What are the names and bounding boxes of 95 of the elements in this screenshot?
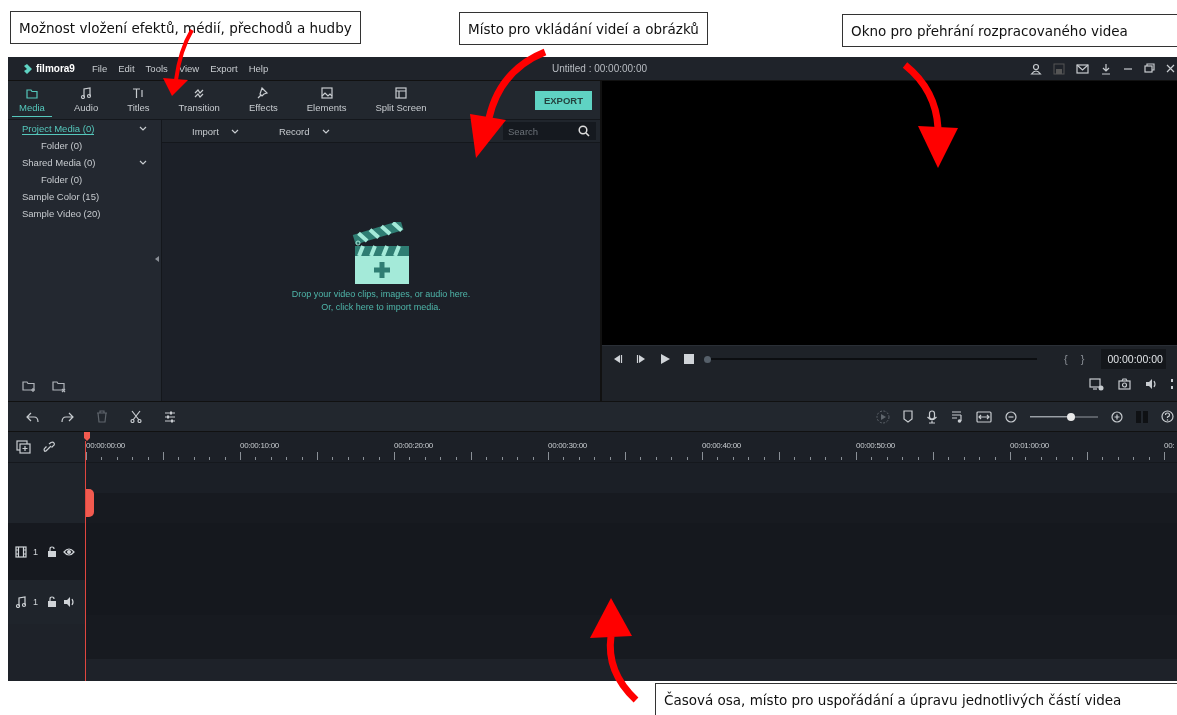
download-icon[interactable] <box>1100 62 1112 75</box>
folder-icon <box>25 86 38 99</box>
sidebar-item[interactable]: Shared Media (0) <box>8 154 161 171</box>
menu-item[interactable]: Tools <box>145 63 168 74</box>
lock-icon[interactable] <box>47 596 57 608</box>
close-icon[interactable] <box>1166 64 1175 73</box>
time-label: 00:00:30:00 <box>548 441 587 450</box>
layout-icon <box>395 86 407 99</box>
next-frame-icon[interactable] <box>636 354 647 364</box>
track-number: 1 <box>33 597 38 607</box>
zoom-in-icon[interactable] <box>1111 410 1123 423</box>
slider-thumb[interactable] <box>1066 412 1075 421</box>
time-label: 00:00:50:00 <box>856 441 895 450</box>
callout-label: Okno pro přehrání rozpracovaného videa <box>842 14 1177 47</box>
user-icon[interactable] <box>1030 62 1042 75</box>
tab[interactable]: Split Screen <box>368 83 434 117</box>
menu-item[interactable]: Help <box>248 63 269 74</box>
chevron-down-icon[interactable] <box>139 125 147 132</box>
fullscreen-icon[interactable] <box>1171 378 1174 390</box>
search-icon <box>578 125 590 137</box>
timecode: 00:00:00:00 <box>1101 349 1166 369</box>
help-icon[interactable] <box>1161 410 1174 423</box>
image-icon <box>320 86 333 99</box>
tab[interactable]: Effects <box>241 83 285 117</box>
camera-icon[interactable] <box>1118 378 1131 390</box>
sliders-icon[interactable] <box>164 410 176 423</box>
sidebar-item[interactable]: Folder (0) <box>8 171 161 188</box>
add-track-icon[interactable] <box>16 440 31 454</box>
sidebar-item[interactable]: Sample Color (15) <box>8 188 161 205</box>
fit-icon[interactable] <box>976 410 992 423</box>
sidebar-item[interactable]: Folder (0) <box>8 137 161 154</box>
search-field[interactable]: Search <box>503 122 596 140</box>
time-label: 00: <box>1164 441 1175 450</box>
previous-frame-icon[interactable] <box>612 354 623 364</box>
tab[interactable]: Media <box>12 83 52 117</box>
menu-item[interactable]: Export <box>210 63 238 74</box>
trash-icon[interactable] <box>96 410 108 423</box>
window-title: Untitled : 00:00:00:00 <box>551 63 648 74</box>
tab[interactable]: Audio <box>66 83 106 117</box>
zoom-out-icon[interactable] <box>1005 410 1017 423</box>
restore-icon[interactable] <box>1144 63 1155 74</box>
play-icon[interactable] <box>660 354 671 364</box>
time-label: 00:00:20:00 <box>394 441 433 450</box>
monitor-icon[interactable] <box>1089 377 1104 391</box>
chevron-down-icon[interactable] <box>139 159 147 166</box>
pin-icon <box>257 86 270 99</box>
drop-hint[interactable]: Or, click here to import media. <box>321 302 441 312</box>
export-button[interactable]: EXPORT <box>534 90 592 110</box>
time-label: 00:00:00:00 <box>86 441 125 450</box>
music-note-icon <box>15 596 27 608</box>
mail-icon[interactable] <box>1076 62 1089 75</box>
chevron-down-icon <box>230 127 239 135</box>
diamond-icon <box>22 62 33 75</box>
microphone-icon[interactable] <box>926 409 938 424</box>
undo-icon[interactable] <box>26 410 39 423</box>
lock-icon[interactable] <box>47 545 57 558</box>
music-note-icon <box>80 86 93 99</box>
tab[interactable]: Elements <box>299 83 354 117</box>
zoom-slider[interactable] <box>1030 415 1098 418</box>
text-icon <box>132 86 145 99</box>
time-label: 00:01:00:00 <box>1010 441 1049 450</box>
drop-hint[interactable]: Drop your video clips, images, or audio here. <box>291 289 471 299</box>
speaker-icon[interactable] <box>63 596 75 608</box>
menu-item[interactable]: File <box>91 63 108 74</box>
tab[interactable]: Transition <box>171 83 227 117</box>
track-handle[interactable] <box>86 489 94 517</box>
callout-label: Časová osa, místo pro uspořádání a úpravu jednotlivých částí videa <box>655 683 1177 715</box>
film-icon <box>15 545 27 558</box>
callout-label: Možnost vložení efektů, médií, přechodů a hudby <box>10 11 361 44</box>
new-folder-icon[interactable] <box>22 379 36 393</box>
track-number: 1 <box>33 546 38 557</box>
speaker-icon[interactable] <box>1145 378 1157 390</box>
time-label: 00:00:40:00 <box>702 441 741 450</box>
dropdown-button[interactable]: Import <box>186 124 245 138</box>
sidebar-item[interactable]: Sample Video (20) <box>8 205 161 222</box>
tab[interactable]: Titles <box>120 83 157 117</box>
render-icon[interactable] <box>876 409 890 424</box>
menu-item[interactable]: Edit <box>118 63 135 74</box>
progress-thumb[interactable] <box>704 355 711 363</box>
marker-icon[interactable] <box>903 410 913 423</box>
music-list-icon[interactable] <box>951 410 963 423</box>
redo-icon[interactable] <box>61 410 74 423</box>
callout-label: Místo pro vkládání videí a obrázků <box>459 12 708 45</box>
link-icon[interactable] <box>43 441 55 453</box>
dropdown-button[interactable]: Record <box>272 124 336 138</box>
sidebar-item[interactable]: Project Media (0) <box>8 120 161 137</box>
time-label: 00:00:10:00 <box>240 441 279 450</box>
logo-text: filmora9 <box>36 63 75 74</box>
scissors-icon[interactable] <box>130 410 142 423</box>
chevron-down-icon <box>321 127 330 135</box>
eye-icon[interactable] <box>63 545 75 558</box>
collapse-icon[interactable] <box>155 256 159 262</box>
mark-in-button[interactable]: { <box>1064 353 1068 365</box>
mark-out-button[interactable]: } <box>1080 353 1085 365</box>
delete-folder-icon[interactable] <box>52 379 66 393</box>
